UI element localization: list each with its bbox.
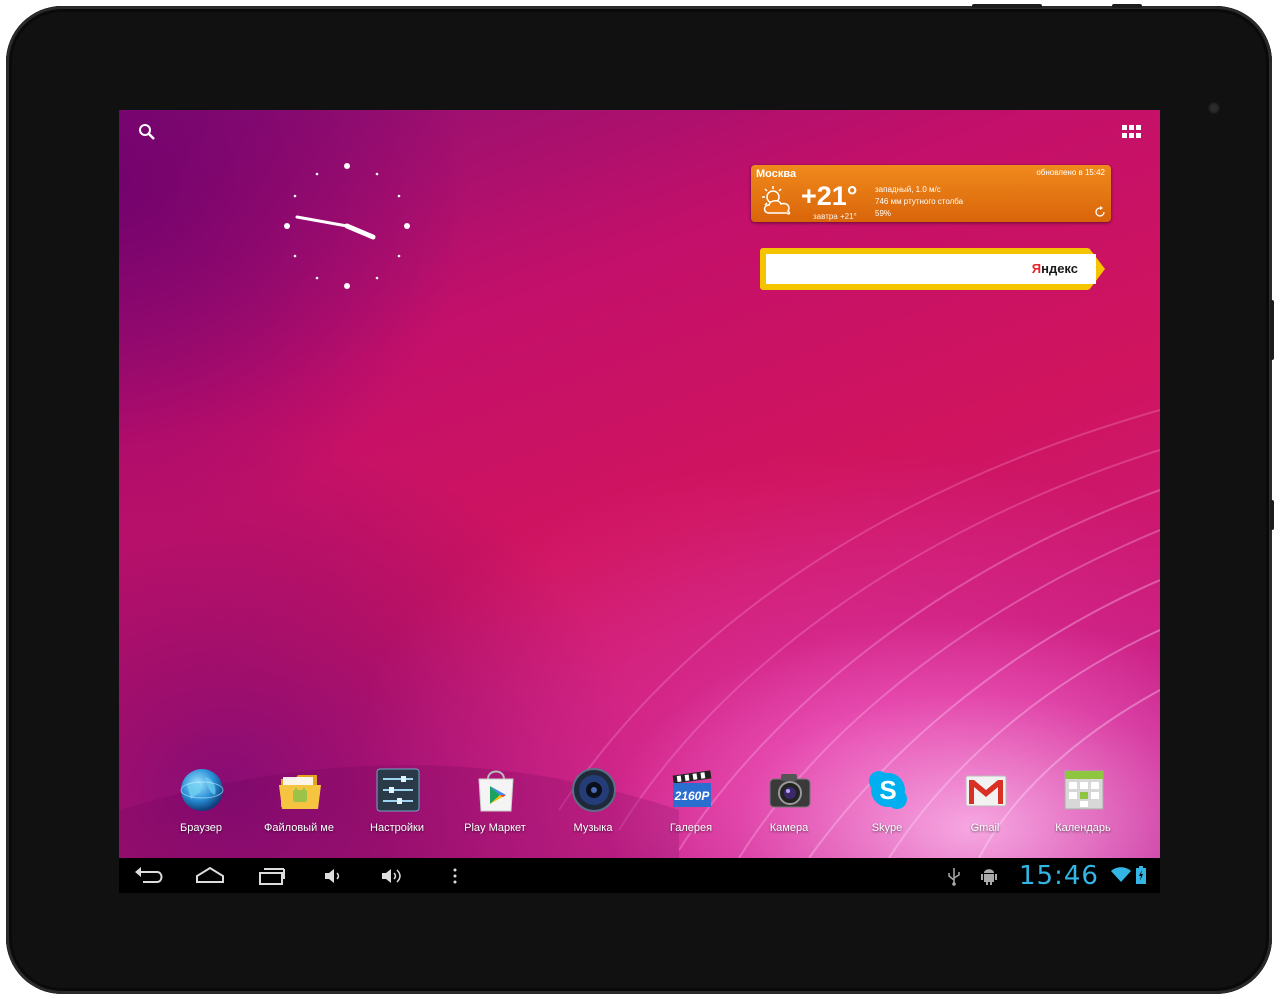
side-button: [1270, 500, 1274, 530]
weather-temperature: +21°: [801, 181, 858, 211]
app-dock: Браузер Файловый ме Настройки Play Марке…: [119, 765, 1160, 845]
menu-icon[interactable]: [438, 864, 472, 888]
weather-pressure: 746 мм ртутного столба: [875, 197, 964, 206]
settings-icon: [376, 768, 420, 812]
app-label: Галерея: [669, 822, 713, 834]
app-label: Play Маркет: [464, 822, 526, 834]
system-navigation-bar: 15:46: [119, 858, 1160, 893]
home-icon[interactable]: [193, 864, 227, 888]
app-play-store[interactable]: Play Маркет: [446, 765, 544, 845]
weather-widget[interactable]: Москва обновлено в 15:42 +21° завтра +21…: [751, 165, 1111, 222]
side-button: [1270, 300, 1274, 360]
svg-text:S: S: [879, 775, 896, 805]
weather-tomorrow: завтра +21°: [813, 212, 857, 221]
clock-minute-hand: [295, 215, 349, 228]
app-label: Камера: [769, 822, 809, 834]
wallpaper-streaks: [119, 409, 1160, 858]
front-camera: [1208, 102, 1220, 114]
weather-updated-time: обновлено в 15:42: [1036, 168, 1105, 177]
search-icon[interactable]: [137, 122, 157, 142]
partly-cloudy-icon: [762, 186, 791, 215]
status-clock[interactable]: 15:46: [1019, 861, 1099, 891]
app-calendar[interactable]: Календарь: [1034, 765, 1132, 845]
top-button: [1112, 4, 1142, 8]
home-screen: Москва обновлено в 15:42 +21° завтра +21…: [119, 110, 1160, 893]
all-apps-icon[interactable]: [1121, 124, 1143, 140]
app-settings[interactable]: Настройки: [348, 765, 446, 845]
camera-icon: [769, 774, 811, 808]
app-camera[interactable]: Камера: [740, 765, 838, 845]
app-label: Skype: [871, 822, 903, 834]
volume-up-icon[interactable]: [376, 864, 410, 888]
power-button: [972, 4, 1042, 8]
app-label: Календарь: [1055, 822, 1111, 834]
back-icon[interactable]: [133, 864, 167, 888]
svg-text:2160P: 2160P: [674, 789, 711, 803]
app-label: Настройки: [370, 822, 424, 834]
usb-icon: [948, 868, 960, 886]
app-label: Браузер: [180, 822, 222, 834]
app-label: Музыка: [573, 822, 613, 834]
volume-down-icon[interactable]: [317, 864, 351, 888]
clock-hour-hand: [344, 223, 376, 240]
wifi-icon: [1111, 867, 1131, 882]
app-browser[interactable]: Браузер: [152, 765, 250, 845]
gmail-icon: [965, 775, 1007, 807]
weather-humidity: 59%: [875, 209, 892, 218]
music-icon: [572, 768, 616, 812]
weather-wind: западный, 1.0 м/с: [875, 185, 941, 194]
skype-icon: S: [869, 771, 907, 809]
recent-apps-icon[interactable]: [254, 864, 288, 888]
app-gallery[interactable]: 2160P Галерея: [642, 765, 740, 845]
yandex-logo: Яндекс: [1031, 261, 1078, 276]
app-gmail[interactable]: Gmail: [936, 765, 1034, 845]
analog-clock-widget[interactable]: [277, 156, 417, 296]
weather-city: Москва: [756, 168, 797, 180]
gallery-icon: 2160P: [672, 770, 712, 807]
file-manager-icon: [279, 775, 321, 809]
app-skype[interactable]: S Skype: [838, 765, 936, 845]
app-label: Gmail: [970, 822, 1000, 834]
app-music[interactable]: Музыка: [544, 765, 642, 845]
app-file-manager[interactable]: Файловый ме: [250, 765, 348, 845]
app-label: Файловый ме: [264, 822, 334, 834]
play-store-icon: [478, 770, 514, 812]
yandex-search-widget: Яндекс: [760, 248, 1106, 290]
android-debug-icon: [981, 869, 997, 885]
calendar-icon: [1064, 770, 1104, 810]
battery-icon: [1136, 866, 1146, 884]
globe-icon: [180, 769, 224, 811]
refresh-icon[interactable]: [1094, 206, 1106, 218]
